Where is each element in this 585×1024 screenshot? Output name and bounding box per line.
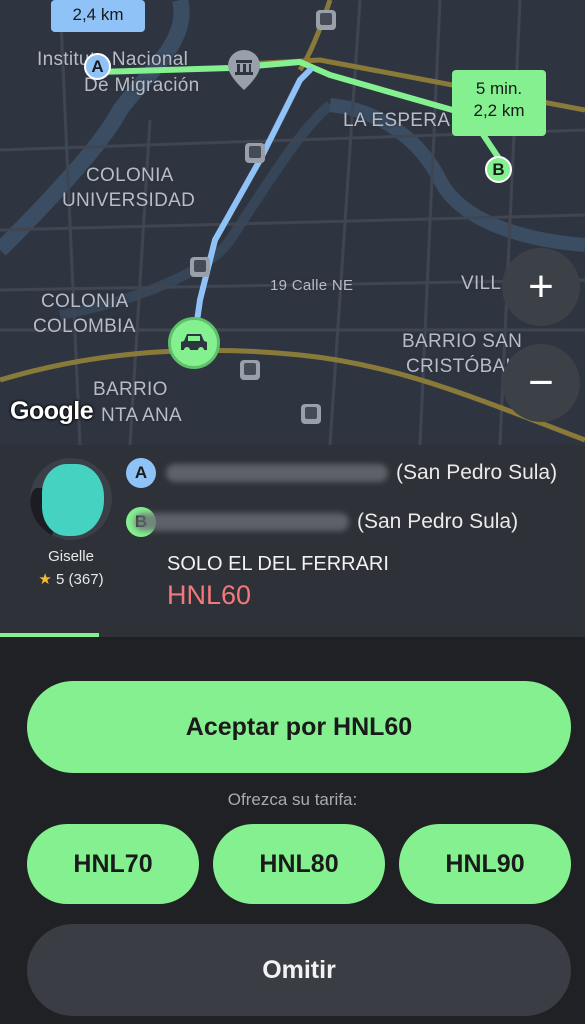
map-label-calle: 19 Calle NE [270, 277, 354, 294]
zoom-in-button[interactable]: + [502, 248, 580, 326]
pickup-distance-bubble: 2,4 km [51, 0, 145, 32]
rating-value: 5 (367) [56, 571, 104, 588]
dropoff-address-blurred [134, 513, 349, 531]
dropoff-address-row: B (San Pedro Sula) [126, 507, 519, 537]
offer-fare-label: Ofrezca su tarifa: [227, 790, 358, 809]
bus-stop-icon [301, 404, 321, 424]
google-logo: Google [10, 397, 94, 425]
map-label-colonia-colombia: COLONIA [41, 291, 129, 312]
fare-option-button[interactable]: HNL90 [399, 824, 571, 904]
pickup-marker: A [126, 458, 156, 488]
pickup-pin: A [84, 53, 111, 80]
map-label-instituto: Instituto Nacional [37, 49, 189, 70]
map-label-colonia-universidad: COLONIA [86, 165, 174, 186]
map-label-la-espera: LA ESPERA [343, 110, 451, 131]
map-label-santa-ana: NTA ANA [101, 405, 182, 426]
passenger-name: Giselle [48, 548, 94, 565]
destination-bubble: 5 min. 2,2 km [452, 70, 546, 136]
order-price: HNL60 [167, 580, 252, 610]
map-label-colombia: COLOMBIA [33, 316, 136, 337]
accept-button[interactable]: Aceptar por HNL60 [27, 681, 571, 773]
bus-stop-icon [316, 10, 336, 30]
bus-stop-icon [190, 257, 210, 277]
star-icon: ★ [38, 571, 52, 588]
pickup-address-row: A (San Pedro Sula) [126, 458, 558, 488]
destination-distance: 2,2 km [473, 101, 525, 120]
pickup-distance: 2,4 km [72, 5, 124, 24]
fare-option-button[interactable]: HNL70 [27, 824, 199, 904]
fare-option-button[interactable]: HNL80 [213, 824, 385, 904]
destination-time: 5 min. [475, 79, 523, 98]
zoom-out-button[interactable]: − [502, 344, 580, 422]
pickup-address-blurred [166, 464, 388, 482]
map-label-barrio-santa: BARRIO [93, 379, 168, 400]
passenger-rating: ★ 5 (367) [20, 570, 122, 588]
map-label-cristobal: CRISTÓBAL [406, 356, 517, 377]
bus-stop-icon [245, 143, 265, 163]
dropoff-city: (San Pedro Sula) [357, 510, 519, 533]
map-label-villa: VILL [461, 273, 502, 294]
museum-icon [228, 50, 260, 90]
bus-stop-icon [240, 360, 260, 380]
avatar [30, 458, 112, 540]
map-view[interactable]: Instituto Nacional De Migración LA ESPER… [0, 0, 585, 445]
actions-panel: Aceptar por HNL60 Ofrezca su tarifa: HNL… [0, 637, 585, 1024]
pickup-city: (San Pedro Sula) [396, 461, 558, 484]
skip-button[interactable]: Omitir [27, 924, 571, 1016]
order-card: Giselle ★ 5 (367) A (San Pedro Sula) B (… [0, 445, 585, 637]
car-icon [168, 317, 220, 369]
map-label-universidad: UNIVERSIDAD [62, 190, 196, 211]
order-comment: SOLO EL DEL FERRARI [167, 553, 389, 575]
destination-pin: B [485, 156, 512, 183]
map-label-barrio-san: BARRIO SAN [402, 331, 523, 352]
